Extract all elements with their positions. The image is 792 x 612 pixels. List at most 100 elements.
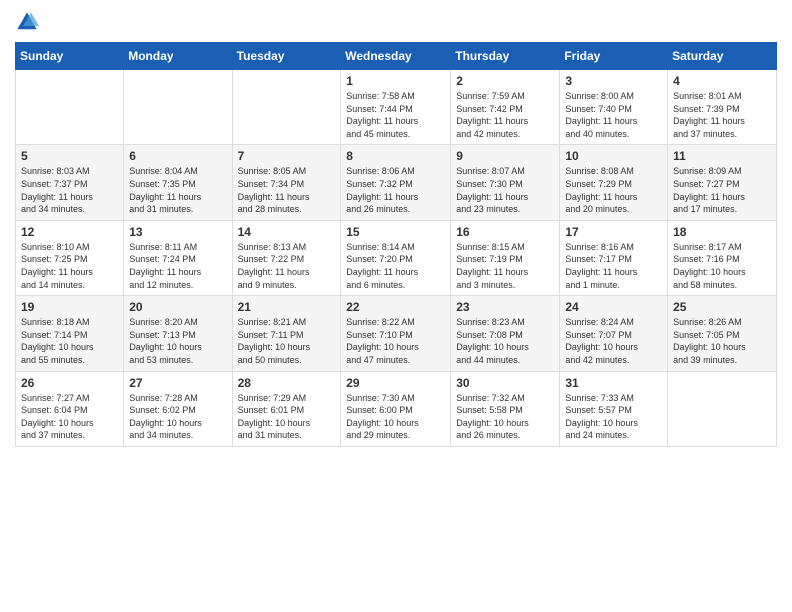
calendar-cell: 25Sunrise: 8:26 AM Sunset: 7:05 PM Dayli… <box>668 296 777 371</box>
weekday-header-saturday: Saturday <box>668 43 777 70</box>
day-info: Sunrise: 7:33 AM Sunset: 5:57 PM Dayligh… <box>565 392 662 442</box>
day-info: Sunrise: 8:21 AM Sunset: 7:11 PM Dayligh… <box>238 316 336 366</box>
day-info: Sunrise: 8:15 AM Sunset: 7:19 PM Dayligh… <box>456 241 554 291</box>
day-number: 17 <box>565 225 662 239</box>
day-number: 12 <box>21 225 118 239</box>
weekday-header-row: SundayMondayTuesdayWednesdayThursdayFrid… <box>16 43 777 70</box>
week-row-1: 1Sunrise: 7:58 AM Sunset: 7:44 PM Daylig… <box>16 70 777 145</box>
day-info: Sunrise: 8:24 AM Sunset: 7:07 PM Dayligh… <box>565 316 662 366</box>
calendar-cell: 27 Sunrise: 7:28 AM Sunset: 6:02 PM Dayli… <box>124 371 232 446</box>
calendar-cell: 11 Sunrise: 8:09 AM Sunset: 7:27 PM Dayli… <box>668 145 777 220</box>
day-info: Sunrise: 8:11 AM Sunset: 7:24 PM Dayligh… <box>129 241 226 291</box>
day-number: 5 <box>21 149 118 163</box>
day-info: Sunrise: 8:00 AM Sunset: 7:40 PM Dayligh… <box>565 90 662 140</box>
day-number: 13 <box>129 225 226 239</box>
calendar-cell: 18 Sunrise: 8:17 AM Sunset: 7:16 PM Dayli… <box>668 220 777 295</box>
day-info: Sunrise: 8:07 AM Sunset: 7:30 PM Dayligh… <box>456 165 554 215</box>
day-info: Sunrise: 8:04 AM Sunset: 7:35 PM Dayligh… <box>129 165 226 215</box>
day-number: 18 <box>673 225 771 239</box>
calendar-cell <box>232 70 341 145</box>
day-number: 14 <box>238 225 336 239</box>
weekday-header-tuesday: Tuesday <box>232 43 341 70</box>
calendar-cell <box>668 371 777 446</box>
week-row-4: 19 Sunrise: 8:18 AM Sunset: 7:14 PM Dayli… <box>16 296 777 371</box>
day-info: Sunrise: 8:17 AM Sunset: 7:16 PM Dayligh… <box>673 241 771 291</box>
calendar-cell: 30 Sunrise: 7:32 AM Sunset: 5:58 PM Dayli… <box>451 371 560 446</box>
day-info: Sunrise: 8:08 AM Sunset: 7:29 PM Dayligh… <box>565 165 662 215</box>
day-number: 31 <box>565 376 662 390</box>
day-info: Sunrise: 7:27 AM Sunset: 6:04 PM Dayligh… <box>21 392 118 442</box>
day-number: 24 <box>565 300 662 314</box>
day-info: Sunrise: 8:22 AM Sunset: 7:10 PM Dayligh… <box>346 316 445 366</box>
week-row-3: 12 Sunrise: 8:10 AM Sunset: 7:25 PM Dayli… <box>16 220 777 295</box>
day-number: 19 <box>21 300 118 314</box>
day-info: Sunrise: 8:14 AM Sunset: 7:20 PM Dayligh… <box>346 241 445 291</box>
calendar-cell: 22 Sunrise: 8:22 AM Sunset: 7:10 PM Dayli… <box>341 296 451 371</box>
calendar-cell: 24 Sunrise: 8:24 AM Sunset: 7:07 PM Dayli… <box>560 296 668 371</box>
day-info: Sunrise: 8:13 AM Sunset: 7:22 PM Dayligh… <box>238 241 336 291</box>
day-number: 22 <box>346 300 445 314</box>
day-number: 1 <box>346 74 445 88</box>
calendar-cell: 28 Sunrise: 7:29 AM Sunset: 6:01 PM Dayli… <box>232 371 341 446</box>
calendar-cell: 7Sunrise: 8:05 AM Sunset: 7:34 PM Daylig… <box>232 145 341 220</box>
day-info: Sunrise: 8:16 AM Sunset: 7:17 PM Dayligh… <box>565 241 662 291</box>
day-number: 20 <box>129 300 226 314</box>
calendar-cell <box>16 70 124 145</box>
calendar-cell: 1Sunrise: 7:58 AM Sunset: 7:44 PM Daylig… <box>341 70 451 145</box>
day-number: 21 <box>238 300 336 314</box>
day-number: 23 <box>456 300 554 314</box>
day-number: 3 <box>565 74 662 88</box>
day-number: 30 <box>456 376 554 390</box>
calendar-cell: 31 Sunrise: 7:33 AM Sunset: 5:57 PM Dayli… <box>560 371 668 446</box>
day-number: 29 <box>346 376 445 390</box>
day-info: Sunrise: 8:03 AM Sunset: 7:37 PM Dayligh… <box>21 165 118 215</box>
logo <box>15 10 43 34</box>
page-container: SundayMondayTuesdayWednesdayThursdayFrid… <box>0 0 792 457</box>
calendar: SundayMondayTuesdayWednesdayThursdayFrid… <box>15 42 777 447</box>
day-info: Sunrise: 8:20 AM Sunset: 7:13 PM Dayligh… <box>129 316 226 366</box>
day-number: 11 <box>673 149 771 163</box>
day-info: Sunrise: 7:29 AM Sunset: 6:01 PM Dayligh… <box>238 392 336 442</box>
calendar-cell: 10 Sunrise: 8:08 AM Sunset: 7:29 PM Dayli… <box>560 145 668 220</box>
weekday-header-wednesday: Wednesday <box>341 43 451 70</box>
day-number: 27 <box>129 376 226 390</box>
day-info: Sunrise: 8:09 AM Sunset: 7:27 PM Dayligh… <box>673 165 771 215</box>
day-number: 15 <box>346 225 445 239</box>
calendar-cell <box>124 70 232 145</box>
weekday-header-thursday: Thursday <box>451 43 560 70</box>
week-row-2: 5 Sunrise: 8:03 AM Sunset: 7:37 PM Daylig… <box>16 145 777 220</box>
weekday-header-monday: Monday <box>124 43 232 70</box>
day-number: 10 <box>565 149 662 163</box>
header <box>15 10 777 34</box>
calendar-cell: 21 Sunrise: 8:21 AM Sunset: 7:11 PM Dayli… <box>232 296 341 371</box>
day-info: Sunrise: 8:18 AM Sunset: 7:14 PM Dayligh… <box>21 316 118 366</box>
day-number: 9 <box>456 149 554 163</box>
day-number: 2 <box>456 74 554 88</box>
calendar-cell: 29 Sunrise: 7:30 AM Sunset: 6:00 PM Dayli… <box>341 371 451 446</box>
day-number: 16 <box>456 225 554 239</box>
day-info: Sunrise: 7:30 AM Sunset: 6:00 PM Dayligh… <box>346 392 445 442</box>
calendar-cell: 2 Sunrise: 7:59 AM Sunset: 7:42 PM Daylig… <box>451 70 560 145</box>
day-info: Sunrise: 7:28 AM Sunset: 6:02 PM Dayligh… <box>129 392 226 442</box>
calendar-cell: 19 Sunrise: 8:18 AM Sunset: 7:14 PM Dayli… <box>16 296 124 371</box>
day-number: 8 <box>346 149 445 163</box>
calendar-cell: 14 Sunrise: 8:13 AM Sunset: 7:22 PM Dayli… <box>232 220 341 295</box>
day-number: 25 <box>673 300 771 314</box>
day-info: Sunrise: 8:01 AM Sunset: 7:39 PM Dayligh… <box>673 90 771 140</box>
day-info: Sunrise: 7:32 AM Sunset: 5:58 PM Dayligh… <box>456 392 554 442</box>
calendar-cell: 26 Sunrise: 7:27 AM Sunset: 6:04 PM Dayli… <box>16 371 124 446</box>
day-info: Sunrise: 8:10 AM Sunset: 7:25 PM Dayligh… <box>21 241 118 291</box>
logo-icon <box>15 10 39 34</box>
calendar-cell: 4Sunrise: 8:01 AM Sunset: 7:39 PM Daylig… <box>668 70 777 145</box>
calendar-cell: 5 Sunrise: 8:03 AM Sunset: 7:37 PM Daylig… <box>16 145 124 220</box>
day-number: 26 <box>21 376 118 390</box>
calendar-cell: 23Sunrise: 8:23 AM Sunset: 7:08 PM Dayli… <box>451 296 560 371</box>
calendar-cell: 17 Sunrise: 8:16 AM Sunset: 7:17 PM Dayli… <box>560 220 668 295</box>
weekday-header-friday: Friday <box>560 43 668 70</box>
day-info: Sunrise: 7:59 AM Sunset: 7:42 PM Dayligh… <box>456 90 554 140</box>
calendar-cell: 13 Sunrise: 8:11 AM Sunset: 7:24 PM Dayli… <box>124 220 232 295</box>
calendar-cell: 6Sunrise: 8:04 AM Sunset: 7:35 PM Daylig… <box>124 145 232 220</box>
day-number: 28 <box>238 376 336 390</box>
calendar-cell: 9 Sunrise: 8:07 AM Sunset: 7:30 PM Daylig… <box>451 145 560 220</box>
calendar-cell: 20 Sunrise: 8:20 AM Sunset: 7:13 PM Dayli… <box>124 296 232 371</box>
